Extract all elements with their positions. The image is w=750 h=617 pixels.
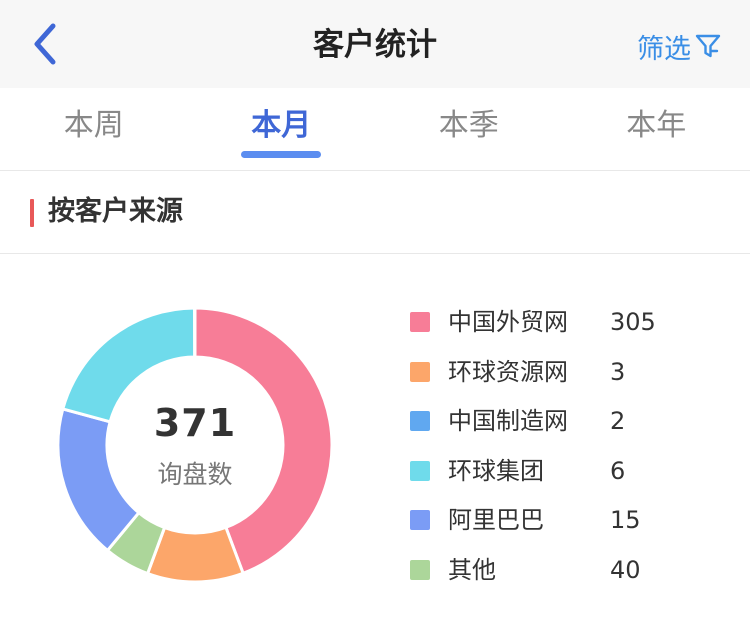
legend-item: 其他 40 xyxy=(410,545,730,595)
donut-chart-svg xyxy=(56,306,334,584)
legend-swatch xyxy=(410,510,430,530)
nav-bar: 客户统计 筛选 xyxy=(0,0,750,88)
donut-chart: 371 询盘数 xyxy=(55,305,335,585)
filter-button[interactable]: 筛选 xyxy=(637,26,722,66)
funnel-icon xyxy=(695,34,721,58)
section-header: 按客户来源 xyxy=(0,171,750,254)
legend-item: 环球资源网 3 xyxy=(410,347,730,397)
legend-swatch xyxy=(410,361,430,382)
legend-label: 其他 xyxy=(448,555,496,584)
legend-label: 中国制造网 xyxy=(448,407,568,435)
section-title: 按客户来源 xyxy=(48,196,183,227)
legend-item: 中国制造网 2 xyxy=(410,396,730,446)
legend-value: 6 xyxy=(610,456,626,485)
section-accent-bar xyxy=(30,199,34,227)
legend-value: 15 xyxy=(610,506,641,534)
chart-center-label: 询盘数 xyxy=(157,460,233,489)
chart-legend: 中国外贸网 305 环球资源网 3 中国制造网 2 环球集团 6 阿里巴巴 15… xyxy=(410,297,730,594)
legend-label: 环球资源网 xyxy=(448,357,568,386)
period-tabs: 本周 本月 本季 本年 xyxy=(0,88,750,171)
legend-swatch xyxy=(410,411,430,431)
legend-value: 40 xyxy=(610,555,641,584)
tab-quarter[interactable]: 本季 xyxy=(375,88,563,170)
filter-label: 筛选 xyxy=(637,33,691,65)
legend-swatch xyxy=(410,460,430,481)
chevron-left-icon xyxy=(34,23,56,65)
legend-value: 2 xyxy=(610,407,626,435)
back-button[interactable] xyxy=(22,22,66,66)
legend-value: 305 xyxy=(610,308,656,336)
legend-swatch xyxy=(410,559,430,580)
legend-label: 中国外贸网 xyxy=(448,308,568,336)
chart-center-value: 371 xyxy=(153,401,237,445)
legend-item: 环球集团 6 xyxy=(410,446,730,496)
legend-label: 阿里巴巴 xyxy=(448,506,544,534)
legend-swatch xyxy=(410,312,430,332)
tab-year[interactable]: 本年 xyxy=(563,88,750,170)
legend-value: 3 xyxy=(610,357,626,386)
tab-week[interactable]: 本周 xyxy=(0,88,188,170)
legend-label: 环球集团 xyxy=(448,456,544,485)
tab-month[interactable]: 本月 xyxy=(188,88,376,170)
legend-item: 中国外贸网 305 xyxy=(410,297,730,347)
legend-item: 阿里巴巴 15 xyxy=(410,495,730,545)
